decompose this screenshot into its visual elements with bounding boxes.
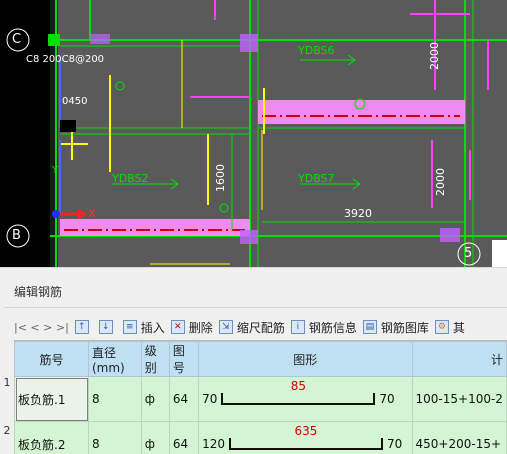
row-number: 2	[0, 424, 14, 437]
rebar-toolbar: |< < > >| ↑ ↓ ≡插入 ✕删除 ⇲缩尺配筋 i钢筋信息 ▤钢筋图库 …	[14, 315, 507, 339]
slab-strip	[60, 219, 250, 236]
column-block	[90, 34, 110, 44]
dimension-text: 2000	[428, 42, 441, 70]
col-header-calc[interactable]: 计	[412, 342, 506, 377]
dimension-text: 2000	[434, 168, 447, 196]
cell-calc[interactable]: 100-15+100-2	[412, 377, 506, 422]
table-row[interactable]: 板负筋.2 8 ф 64 120 635 70 450+200-15+	[15, 422, 507, 454]
delete-button[interactable]: ✕ 删除	[171, 319, 213, 336]
divider	[4, 307, 507, 308]
cell-shape[interactable]: 120 635 70	[199, 422, 412, 454]
axis-label-5: 5	[464, 246, 472, 261]
cad-corner	[492, 240, 507, 267]
ucs-y-label: Y	[52, 165, 58, 176]
cell-bar-name[interactable]: 板负筋.2	[15, 422, 89, 454]
arrow-up-icon: ↑	[75, 320, 89, 334]
col-header-diameter[interactable]: 直径(mm)	[89, 342, 142, 377]
ucs-x-label: X	[88, 207, 96, 220]
scale-rebar-label: 缩尺配筋	[237, 319, 285, 336]
rebar-shape: 70 85 70	[202, 392, 408, 406]
dimension-text: 1600	[214, 164, 227, 192]
shape-length-value[interactable]: 635	[231, 424, 381, 438]
rebar-info-button[interactable]: i 钢筋信息	[291, 319, 357, 336]
column-block	[440, 228, 460, 242]
column-block	[240, 34, 258, 52]
table-row[interactable]: 板负筋.1 8 ф 64 70 85 70 100-15+100-2	[15, 377, 507, 422]
record-navigator[interactable]: |< < > >|	[14, 321, 69, 334]
edit-rebar-panel: 编辑钢筋 |< < > >| ↑ ↓ ≡ 插入 ✕ 删除 ⇲ 缩尺配筋 i 钢筋信息 ▤…	[0, 267, 507, 453]
dimension-text: 3920	[344, 207, 372, 220]
other-button[interactable]: ⚙其	[435, 319, 465, 336]
shape-right-value[interactable]: 70	[379, 392, 394, 406]
col-header-shape[interactable]: 图形	[199, 342, 412, 377]
cad-drawing-area[interactable]: C B 5 C8 200C8@200 0450 X Y YDBS6 YDBS2 …	[0, 0, 507, 267]
row-number: 1	[0, 376, 14, 389]
shape-left-value[interactable]: 70	[202, 392, 217, 406]
rebar-table: 筋号 直径(mm) 级别 图号 图形 计 板负筋.1 8 ф 64 70 85 …	[14, 340, 507, 454]
column-block	[48, 34, 60, 46]
delete-icon: ✕	[171, 320, 185, 334]
cell-shape[interactable]: 70 85 70	[199, 377, 412, 422]
cad-drawing-svg[interactable]	[0, 0, 507, 267]
column-block	[60, 120, 76, 132]
ucs-origin	[52, 210, 60, 218]
axis-label-b: B	[12, 228, 21, 243]
rebar-shape: 120 635 70	[202, 437, 408, 451]
shape-length-value[interactable]: 85	[223, 379, 373, 393]
cell-bar-name[interactable]: 板负筋.1	[15, 377, 89, 422]
move-up-button[interactable]: ↑	[75, 320, 93, 334]
col-header-fig-no[interactable]: 图号	[169, 342, 198, 377]
rebar-info-icon: i	[291, 320, 305, 334]
other-icon: ⚙	[435, 320, 449, 334]
slab-label-ydbs2: YDBS2	[112, 172, 149, 185]
rebar-info-label: 钢筋信息	[309, 319, 357, 336]
marker-circle	[116, 82, 124, 90]
table-header: 筋号 直径(mm) 级别 图号 图形 计	[15, 342, 507, 377]
ucs-x-arrow	[78, 209, 86, 219]
shape-right-value[interactable]: 70	[387, 437, 402, 451]
cell-fig-no[interactable]: 64	[169, 377, 198, 422]
column-block	[240, 230, 258, 244]
slab-label-ydbs6: YDBS6	[298, 44, 335, 57]
slab-label-ydbs7: YDBS7	[298, 172, 335, 185]
shape-bar: 85	[221, 393, 375, 405]
cell-fig-no[interactable]: 64	[169, 422, 198, 454]
small-dimension: 0450	[62, 96, 87, 107]
arrow-down-icon: ↓	[99, 320, 113, 334]
insert-icon: ≡	[123, 320, 137, 334]
insert-button[interactable]: ≡ 插入	[123, 319, 165, 336]
move-down-button[interactable]: ↓	[99, 320, 117, 334]
cell-grade[interactable]: ф	[141, 422, 169, 454]
cell-diameter[interactable]: 8	[89, 377, 142, 422]
rebar-library-label: 钢筋图库	[381, 319, 429, 336]
cell-calc[interactable]: 450+200-15+	[412, 422, 506, 454]
rebar-library-button[interactable]: ▤ 钢筋图库	[363, 319, 429, 336]
marker-circle	[220, 204, 228, 212]
scale-rebar-button[interactable]: ⇲ 缩尺配筋	[219, 319, 285, 336]
cell-grade[interactable]: ф	[141, 377, 169, 422]
shape-bar: 635	[229, 438, 383, 450]
other-label: 其	[453, 319, 465, 336]
panel-title: 编辑钢筋	[14, 283, 62, 300]
delete-label: 删除	[189, 319, 213, 336]
rebar-note: C8 200C8@200	[26, 54, 104, 65]
scale-rebar-icon: ⇲	[219, 320, 233, 334]
rebar-library-icon: ▤	[363, 320, 377, 334]
axis-label-c: C	[12, 32, 21, 47]
insert-label: 插入	[141, 319, 165, 336]
slab-strip	[258, 100, 465, 124]
col-header-bar-no[interactable]: 筋号	[15, 342, 89, 377]
col-header-grade[interactable]: 级别	[141, 342, 169, 377]
cell-diameter[interactable]: 8	[89, 422, 142, 454]
shape-left-value[interactable]: 120	[202, 437, 225, 451]
